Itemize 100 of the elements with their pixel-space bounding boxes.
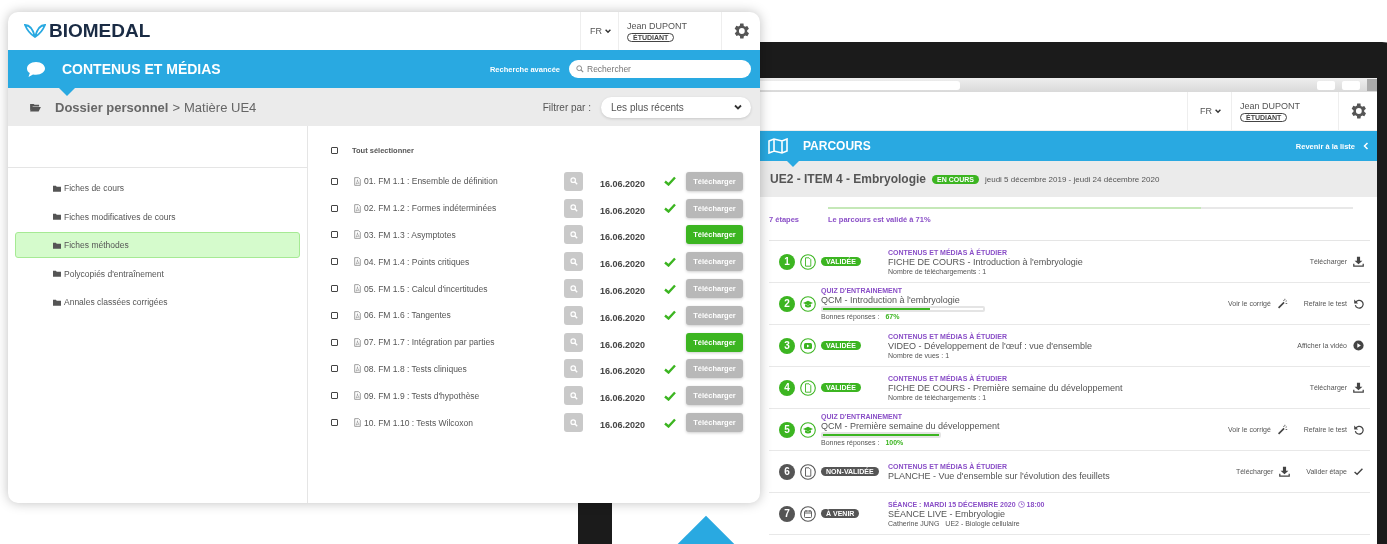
download-icon: [1353, 382, 1364, 393]
file-date: 16.06.2020: [600, 286, 647, 297]
step-title: SÉANCE LIVE - Embryologie: [888, 508, 1007, 519]
preview-button[interactable]: [564, 332, 583, 352]
select-all-checkbox[interactable]: [331, 146, 338, 154]
row-checkbox[interactable]: [331, 204, 338, 212]
language-selector[interactable]: FR: [1186, 92, 1231, 130]
address-bar[interactable]: [760, 80, 960, 90]
file-date: 16.06.2020: [600, 259, 647, 270]
breadcrumb-separator: >: [172, 99, 181, 115]
folder-icon: [53, 298, 61, 306]
pdf-file-icon: [354, 257, 361, 267]
folder-open-icon: [30, 102, 41, 112]
pdf-file-icon: [354, 337, 361, 347]
step-title: FICHE DE COURS - Introduction à l'embryologie: [888, 256, 1083, 267]
search-icon: [569, 391, 578, 400]
chat-bubble-icon: [26, 60, 46, 78]
step-number: 7: [779, 505, 795, 522]
download-icon: [1279, 466, 1291, 477]
search-icon: [576, 65, 584, 73]
user-name: Jean DUPONT: [1239, 100, 1300, 111]
folder-item[interactable]: Fiches modificatives de cours: [15, 203, 300, 230]
file-date: 16.06.2020: [600, 393, 647, 404]
chevron-down-icon: [603, 27, 612, 35]
folder-item[interactable]: Annales classées corrigées: [15, 289, 300, 315]
file-title: 08. FM 1.8 : Tests cliniques: [364, 363, 468, 374]
step-number: 4: [779, 379, 795, 396]
file-date: 16.06.2020: [600, 339, 647, 350]
search-icon: [569, 364, 578, 373]
search-icon: [569, 177, 578, 186]
row-checkbox[interactable]: [331, 177, 338, 185]
pdf-file-icon: [354, 284, 361, 294]
file-title: 09. FM 1.9 : Tests d'hypothèse: [364, 390, 481, 401]
row-checkbox[interactable]: [331, 392, 338, 400]
breadcrumb-link[interactable]: Dossier personnel: [55, 99, 169, 115]
pdf-file-icon: [354, 176, 361, 186]
preview-button[interactable]: [564, 413, 583, 433]
folder-icon: [53, 270, 61, 277]
undo-icon: [1353, 424, 1364, 435]
row-checkbox[interactable]: [331, 258, 338, 266]
file-date: 16.06.2020: [600, 366, 647, 377]
search-icon: [569, 338, 578, 347]
search-icon: [569, 418, 578, 427]
logo-text: BIOMEDAL: [49, 20, 151, 42]
folder-icon: [53, 241, 61, 249]
row-checkbox[interactable]: [331, 311, 338, 319]
preview-button[interactable]: [564, 279, 583, 299]
row-checkbox[interactable]: [331, 338, 338, 346]
preview-button[interactable]: [564, 305, 583, 325]
breadcrumb-link[interactable]: Matière UE4: [184, 99, 257, 115]
file-title: 01. FM 1.1 : Ensemble de définition: [364, 176, 499, 187]
step-number: 5: [779, 421, 795, 438]
graduation-cap-icon: [800, 295, 816, 312]
preview-button[interactable]: [564, 171, 583, 191]
map-icon: [768, 138, 788, 154]
file-date: 16.06.2020: [600, 420, 647, 431]
step-number: 3: [779, 337, 795, 354]
preview-button[interactable]: [564, 225, 583, 245]
folder-item[interactable]: Polycopiés d'entraînement: [15, 260, 300, 287]
calendar-icon: [800, 505, 816, 522]
file-title: 06. FM 1.6 : Tangentes: [364, 310, 452, 321]
file-date: 16.06.2020: [600, 312, 647, 323]
check-icon: [1353, 466, 1364, 477]
step-number: 6: [779, 463, 795, 480]
pdf-file-icon: [354, 391, 361, 401]
user-name: Jean DUPONT: [626, 20, 687, 31]
file-title: 02. FM 1.2 : Formes indéterminées: [364, 203, 498, 214]
preview-button[interactable]: [564, 359, 583, 379]
search-field[interactable]: Rechercher: [569, 60, 751, 78]
row-checkbox[interactable]: [331, 419, 338, 427]
sort-dropdown[interactable]: Les plus récents: [601, 96, 751, 118]
row-checkbox[interactable]: [331, 285, 338, 293]
pdf-file-icon: [354, 310, 361, 320]
search-icon: [569, 284, 578, 293]
video-icon: [800, 337, 816, 354]
folder-item[interactable]: Fiches de cours: [15, 175, 300, 201]
file-title: 04. FM 1.4 : Points critiques: [364, 256, 471, 267]
file-title: 03. FM 1.3 : Asymptotes: [364, 230, 457, 240]
new-tab-button[interactable]: [1367, 79, 1377, 91]
preview-button[interactable]: [564, 198, 583, 218]
file-date: 16.06.2020: [600, 205, 647, 216]
pdf-file-icon: [354, 203, 361, 213]
folder-item[interactable]: Fiches méthodes: [15, 232, 300, 258]
preview-button[interactable]: [564, 386, 583, 406]
magic-wand-icon: [1276, 298, 1288, 309]
tabs-button[interactable]: [1342, 80, 1360, 90]
chevron-down-icon: [1213, 107, 1222, 115]
undo-icon: [1353, 298, 1364, 309]
file-date: 16.06.2020: [600, 232, 647, 243]
file-date: 16.06.2020: [600, 178, 647, 189]
pdf-file-icon: [354, 418, 361, 428]
share-button[interactable]: [1317, 80, 1335, 90]
chevron-left-icon: [1363, 142, 1369, 150]
step-title: PLANCHE - Vue d'ensemble sur l'évolution des feuillets: [888, 470, 1110, 481]
preview-button[interactable]: [564, 252, 583, 272]
row-checkbox[interactable]: [331, 365, 338, 373]
play-icon: [1353, 340, 1364, 351]
row-checkbox[interactable]: [331, 231, 338, 239]
pdf-file-icon: [354, 364, 361, 374]
search-icon: [569, 204, 578, 213]
